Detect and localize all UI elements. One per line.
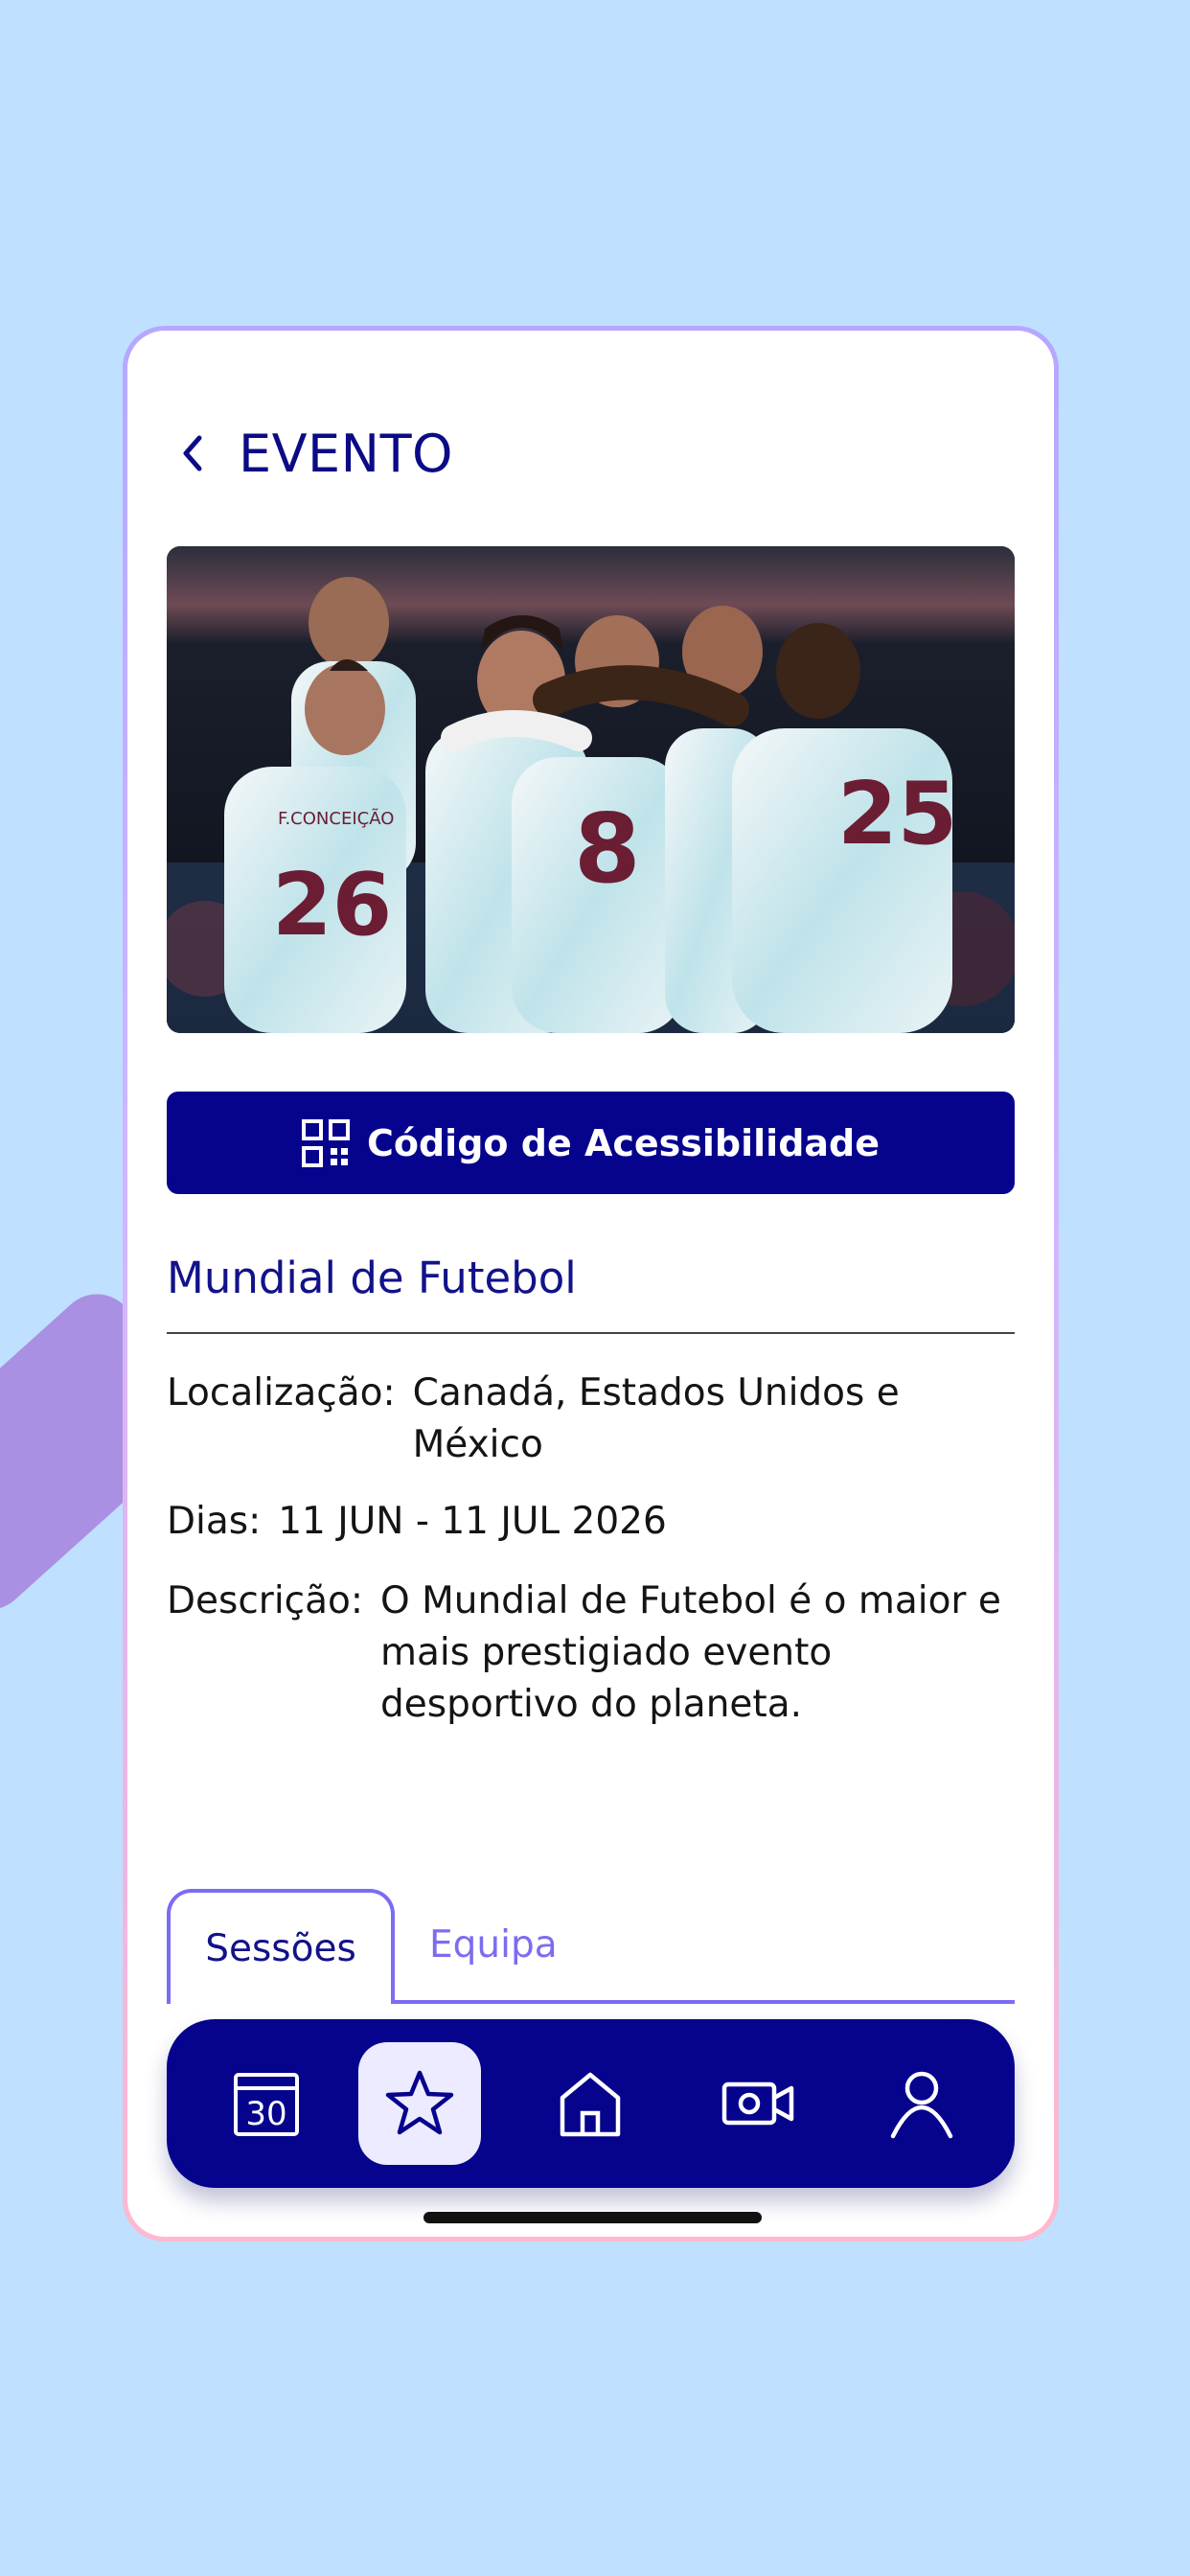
bottom-navigation: 30 <box>167 2019 1015 2188</box>
event-name: Mundial de Futebol <box>167 1253 577 1303</box>
page-title: EVENTO <box>239 423 454 484</box>
star-icon <box>385 2070 454 2135</box>
description-label: Descrição: <box>167 1579 363 1622</box>
nav-home[interactable] <box>529 2042 652 2165</box>
home-icon <box>560 2072 621 2137</box>
description-row: Descrição: O Mundial de Futebol é o maio… <box>167 1576 1015 1731</box>
calendar-icon: 30 <box>234 2073 299 2136</box>
chevron-left-icon <box>183 435 202 472</box>
profile-icon <box>890 2071 953 2139</box>
days-label: Dias: <box>167 1500 262 1543</box>
tab-sessoes[interactable]: Sessões <box>167 1889 395 2004</box>
description-value: O Mundial de Futebol é o maior e mais pr… <box>380 1579 1001 1726</box>
nav-video[interactable] <box>698 2042 820 2165</box>
location-row: Localização: Canadá, Estados Unidos e Mé… <box>167 1368 981 1471</box>
jersey-number-8: 8 <box>574 793 641 905</box>
location-value: Canadá, Estados Unidos e México <box>412 1371 900 1466</box>
back-button[interactable] <box>173 425 212 482</box>
jersey-number-26: 26 <box>272 855 392 955</box>
tab-bar: Sessões Equipa <box>167 1889 1015 2004</box>
qr-code-icon <box>301 1118 350 1167</box>
location-label: Localização: <box>167 1371 396 1414</box>
accessibility-code-label: Código de Acessibilidade <box>366 1121 881 1164</box>
home-indicator <box>423 2212 762 2223</box>
divider <box>167 1332 1015 1334</box>
page-header: EVENTO <box>173 415 453 492</box>
app-screen: EVENTO 26 F.CONCEIÇÃO 8 25 Código de Ace… <box>127 331 1054 2237</box>
svg-text:F.CONCEIÇÃO: F.CONCEIÇÃO <box>278 808 394 829</box>
event-photo: 26 F.CONCEIÇÃO 8 25 <box>167 546 1015 1033</box>
nav-calendar[interactable]: 30 <box>205 2042 328 2165</box>
tab-equipa[interactable]: Equipa <box>429 1889 558 2000</box>
calendar-day: 30 <box>245 2095 286 2133</box>
days-row: Dias: 11 JUN - 11 JUL 2026 <box>167 1496 667 1548</box>
accessibility-code-button[interactable]: Código de Acessibilidade <box>167 1092 1015 1194</box>
video-camera-icon <box>721 2082 794 2126</box>
jersey-number-25: 25 <box>837 764 957 864</box>
team-celebration-image: 26 F.CONCEIÇÃO 8 25 <box>167 546 1015 1033</box>
nav-profile[interactable] <box>860 2042 983 2165</box>
nav-favorites[interactable] <box>358 2042 481 2165</box>
days-value: 11 JUN - 11 JUL 2026 <box>278 1500 667 1543</box>
phone-frame: EVENTO 26 F.CONCEIÇÃO 8 25 Código de Ace… <box>123 326 1059 2242</box>
